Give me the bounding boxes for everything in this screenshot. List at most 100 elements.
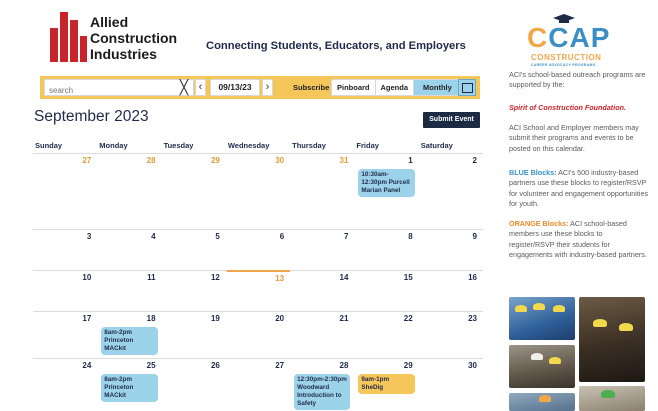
day-cell[interactable]: 1 10:30am-12:30pm Purcell Marian Panel — [354, 154, 418, 229]
calendar-week: 27 28 29 30 31 1 10:30am-12:30pm Purcell Maria… — [33, 153, 483, 229]
day-cell[interactable]: 26 — [161, 359, 226, 411]
day-cell[interactable]: 3 — [33, 230, 97, 270]
weekday-header: Sunday Monday Tuesday Wednesday Thursday… — [33, 141, 483, 153]
day-number: 26 — [210, 361, 220, 370]
day-cell[interactable]: 9 — [418, 230, 483, 270]
foundation-link[interactable]: Spirit of Construction Foundation. — [509, 103, 649, 113]
submit-event-button[interactable]: Submit Event — [423, 112, 480, 128]
day-number: 17 — [82, 314, 92, 323]
weekday-label: Monday — [99, 141, 128, 150]
tagline: Connecting Students, Educators, and Empl… — [206, 40, 466, 52]
day-cell[interactable]: 11 — [97, 271, 161, 311]
calendar-week: 10 11 12 13 14 15 16 — [33, 270, 483, 311]
tab-monthly[interactable]: Monthly — [414, 80, 461, 95]
day-cell[interactable]: 19 — [161, 312, 226, 358]
day-cell[interactable]: 25 8am-2pm Princeton MACkit — [97, 359, 161, 411]
day-cell[interactable]: 5 — [161, 230, 226, 270]
ccap-wordmark: CCAP — [527, 22, 611, 53]
event-block-blue[interactable]: 10:30am-12:30pm Purcell Marian Panel — [358, 169, 415, 197]
month-title: September 2023 — [34, 108, 149, 125]
day-number: 31 — [339, 156, 349, 165]
photo-students-hardhats — [509, 297, 575, 340]
aci-logo[interactable]: Allied Construction Industries — [50, 12, 185, 64]
day-cell[interactable]: 28 12:30pm-2:30pm Woodward Introduction t… — [290, 359, 354, 411]
day-number: 6 — [279, 232, 285, 241]
day-cell[interactable]: 29 — [161, 154, 226, 229]
day-number: 30 — [468, 361, 477, 370]
sidebar-orange-legend: ORANGE Blocks: ACI school-based members … — [509, 219, 647, 259]
day-cell[interactable]: 27 — [225, 359, 290, 411]
weekday-label: Tuesday — [163, 141, 194, 150]
date-picker[interactable]: 09/13/23 — [210, 79, 260, 96]
event-block-blue[interactable]: 8am-2pm Princeton MACkit — [101, 374, 158, 402]
day-cell[interactable]: 30 — [418, 359, 483, 411]
clear-search-icon[interactable]: ╳ — [177, 80, 191, 95]
day-cell[interactable]: 6 — [225, 230, 290, 270]
day-cell[interactable]: 17 — [33, 312, 97, 358]
day-cell[interactable]: 10 — [33, 271, 97, 311]
day-number: 27 — [275, 361, 285, 370]
day-cell[interactable]: 20 — [225, 312, 290, 358]
day-cell[interactable]: 21 — [290, 312, 354, 358]
day-cell[interactable]: 12 — [161, 271, 226, 311]
day-number: 4 — [151, 232, 156, 241]
day-cell[interactable]: 18 8am-2pm Princeton MACkit — [97, 312, 161, 358]
day-number: 14 — [339, 273, 349, 282]
day-number: 25 — [146, 361, 156, 370]
day-cell-today[interactable]: 13 — [225, 270, 291, 311]
day-number: 18 — [146, 314, 156, 323]
logo-bars-icon — [50, 12, 88, 62]
weekday-label: Friday — [356, 141, 379, 150]
subscribe-link[interactable]: Subscribe — [293, 83, 329, 92]
calendar-week: 17 18 8am-2pm Princeton MACkit 19 20 21 22 23 — [33, 311, 483, 358]
day-number: 10 — [82, 273, 92, 282]
day-number: 22 — [403, 314, 413, 323]
day-cell[interactable]: 14 — [290, 271, 354, 311]
search-input[interactable] — [45, 83, 173, 98]
day-number: 16 — [468, 273, 477, 282]
day-cell[interactable]: 22 — [354, 312, 418, 358]
day-number: 11 — [147, 273, 156, 282]
event-block-blue[interactable]: 12:30pm-2:30pm Woodward Introduction to … — [294, 374, 351, 410]
event-block-blue[interactable]: 8am-2pm Princeton MACkit — [101, 327, 158, 355]
day-number: 21 — [339, 314, 349, 323]
event-block-orange[interactable]: 9am-1pm SheDig — [358, 374, 415, 394]
next-month-button[interactable]: › — [262, 79, 273, 96]
day-cell[interactable]: 8 — [354, 230, 418, 270]
day-cell[interactable]: 24 — [33, 359, 97, 411]
day-number: 30 — [275, 156, 285, 165]
search-box: ╳ — [44, 79, 194, 98]
day-cell[interactable]: 29 9am-1pm SheDig — [354, 359, 418, 411]
calendar-weeks: 27 28 29 30 31 1 10:30am-12:30pm Purcell Maria… — [33, 153, 483, 411]
weekday-label: Saturday — [420, 141, 453, 150]
day-number: 28 — [339, 361, 349, 370]
ccap-subtitle: CONSTRUCTION — [531, 53, 602, 62]
day-number: 5 — [215, 232, 220, 241]
tab-pinboard[interactable]: Pinboard — [332, 80, 376, 95]
photo-worker-portrait — [579, 297, 645, 382]
day-cell[interactable]: 30 — [225, 154, 290, 229]
month-calendar: Sunday Monday Tuesday Wednesday Thursday… — [33, 141, 483, 411]
day-cell[interactable]: 4 — [97, 230, 161, 270]
day-cell[interactable]: 27 — [33, 154, 97, 229]
photo-worksite — [509, 345, 575, 388]
day-cell[interactable]: 23 — [418, 312, 483, 358]
fullscreen-icon[interactable] — [458, 79, 476, 96]
weekday-label: Sunday — [35, 141, 63, 150]
weekday-label: Wednesday — [227, 141, 270, 150]
day-cell[interactable]: 28 — [97, 154, 161, 229]
day-cell[interactable]: 2 — [418, 154, 483, 229]
day-cell[interactable]: 16 — [418, 271, 483, 311]
day-number: 2 — [472, 156, 477, 165]
day-cell[interactable]: 15 — [354, 271, 418, 311]
calendar-toolbar: ╳ ‹ 09/13/23 › Subscribe Pinboard Agenda… — [40, 76, 480, 99]
day-number: 23 — [468, 314, 477, 323]
ccap-logo[interactable]: CCAP CONSTRUCTION CAREER ADVOCACY PROGRA… — [527, 14, 631, 70]
prev-month-button[interactable]: ‹ — [195, 79, 206, 96]
day-number: 8 — [408, 232, 413, 241]
day-cell[interactable]: 7 — [290, 230, 354, 270]
day-cell[interactable]: 31 — [290, 154, 354, 229]
logo-text: Allied Construction Industries — [90, 14, 178, 62]
weekday-label: Thursday — [292, 141, 326, 150]
tab-agenda[interactable]: Agenda — [375, 80, 415, 95]
